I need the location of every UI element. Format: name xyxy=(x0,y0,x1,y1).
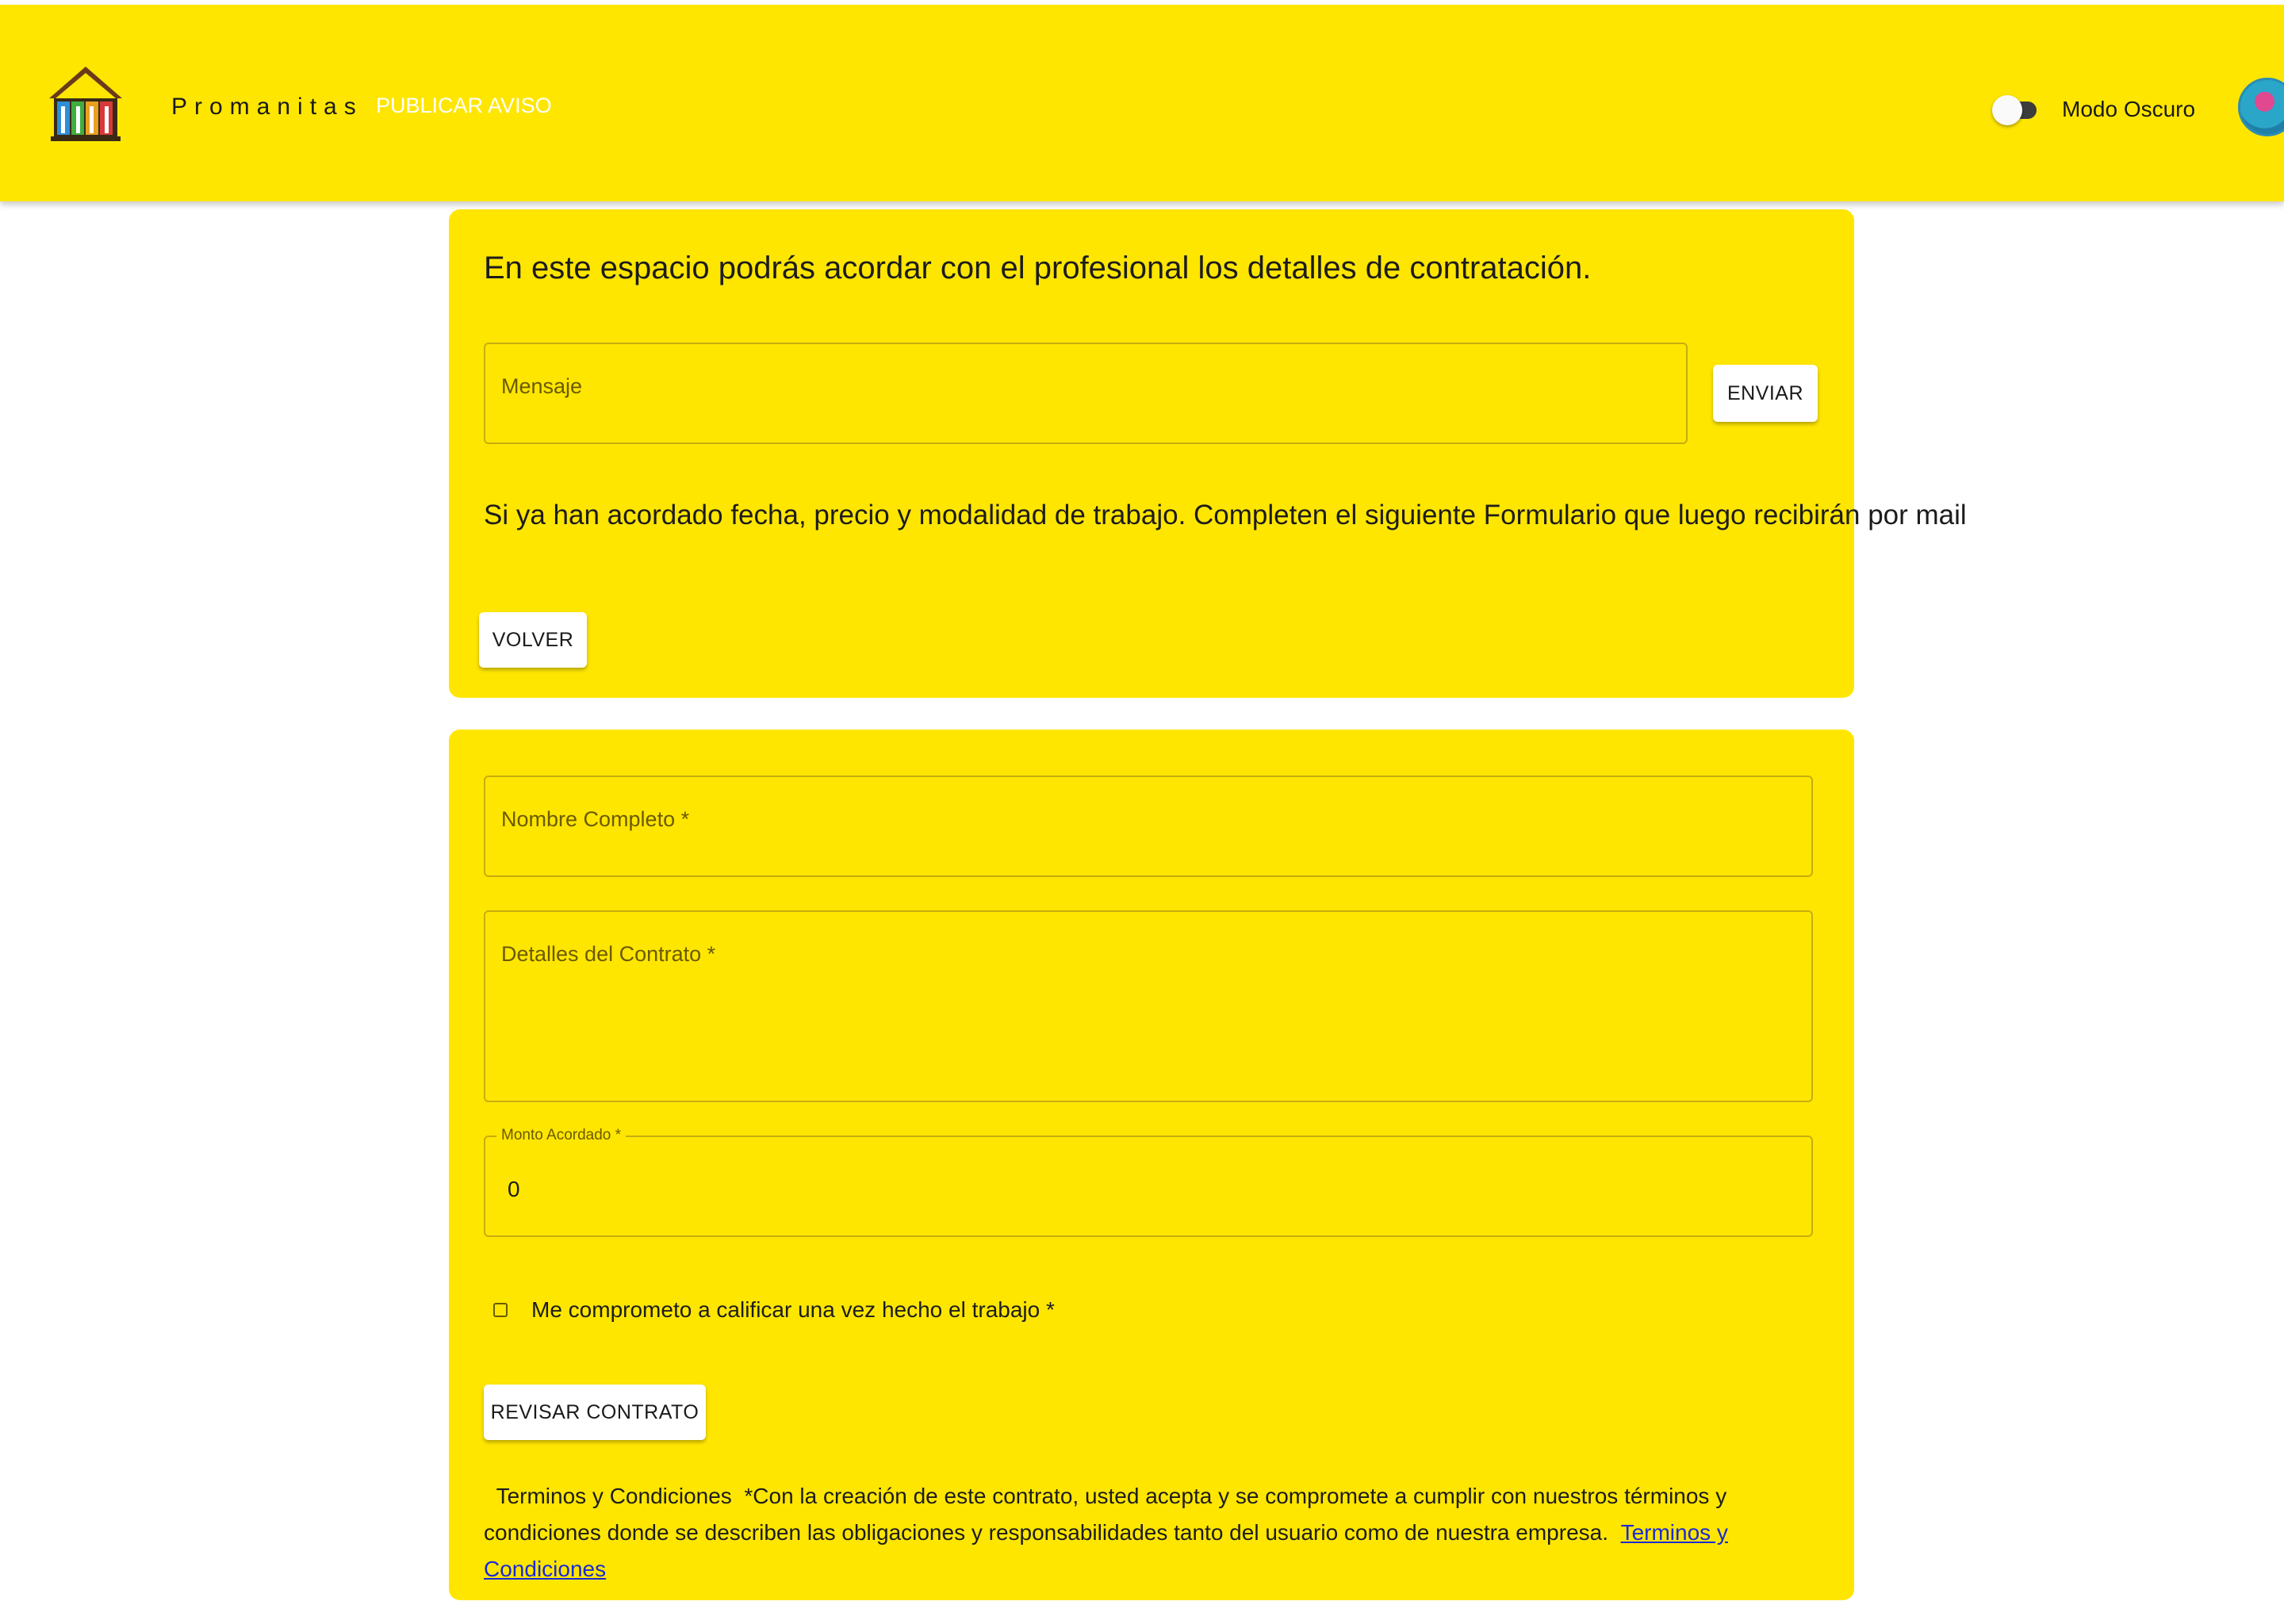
full-name-placeholder: Nombre Completo * xyxy=(501,807,690,831)
full-name-input[interactable]: Nombre Completo * xyxy=(484,776,1813,877)
brand-name[interactable]: Promanitas xyxy=(171,94,363,121)
dark-mode-label: Modo Oscuro xyxy=(2062,97,2196,121)
agreed-amount-value: 0 xyxy=(508,1177,520,1201)
commitment-checkbox[interactable] xyxy=(493,1303,508,1317)
agreed-amount-input[interactable]: Monto Acordado * 0 xyxy=(484,1127,1813,1237)
contract-details-textarea[interactable]: Detalles del Contrato * xyxy=(484,910,1813,1102)
message-placeholder: Mensaje xyxy=(501,374,583,398)
agreed-amount-label: Monto Acordado * xyxy=(496,1127,627,1144)
agreement-instructions: Si ya han acordado fecha, precio y modal… xyxy=(484,500,1967,530)
commitment-label[interactable]: Me comprometo a calificar una vez hecho … xyxy=(531,1297,1055,1323)
contract-details-placeholder: Detalles del Contrato * xyxy=(501,942,716,966)
chat-card: En este espacio podrás acordar con el pr… xyxy=(449,209,1967,698)
chat-intro-text: En este espacio podrás acordar con el pr… xyxy=(484,251,1592,285)
terms-prefix: Terminos y Condiciones xyxy=(496,1484,732,1508)
dark-mode-toggle[interactable] xyxy=(1992,92,2040,127)
contract-form-card: Nombre Completo * Detalles del Contrato … xyxy=(449,730,1854,1600)
review-contract-button[interactable]: REVISAR CONTRATO xyxy=(484,1385,706,1440)
app-bar: Promanitas PUBLICAR AVISO Modo Oscuro xyxy=(0,5,2284,201)
back-button[interactable]: VOLVER xyxy=(479,612,587,668)
house-tools-logo[interactable] xyxy=(44,62,127,144)
toggle-thumb xyxy=(1992,95,2022,125)
message-input[interactable]: Mensaje xyxy=(484,343,1688,444)
commitment-row: Me comprometo a calificar una vez hecho … xyxy=(493,1294,1055,1326)
publish-ad-link[interactable]: PUBLICAR AVISO xyxy=(376,94,552,118)
user-avatar[interactable] xyxy=(2238,78,2284,136)
send-button[interactable]: ENVIAR xyxy=(1713,365,1818,422)
terms-notice: Terminos y Condiciones *Con la creación … xyxy=(484,1478,1832,1588)
